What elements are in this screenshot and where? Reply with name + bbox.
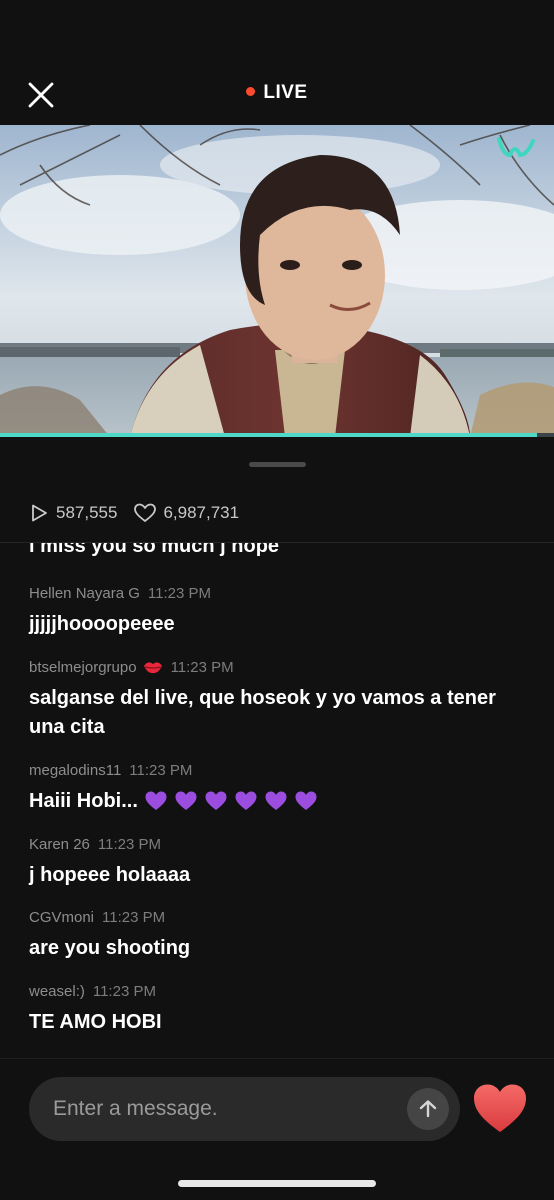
home-indicator bbox=[178, 1180, 376, 1187]
video-player[interactable] bbox=[0, 125, 554, 437]
chat-text: j hopeee holaaaa bbox=[29, 864, 191, 886]
purple-heart-emoji-icon bbox=[234, 790, 258, 821]
live-label: LIVE bbox=[263, 82, 308, 103]
chat-timestamp: 11:23 PM bbox=[92, 983, 156, 1000]
chat-text: Haiii Hobi... bbox=[29, 790, 138, 812]
arrow-up-icon bbox=[419, 1100, 437, 1118]
drag-handle[interactable] bbox=[249, 462, 306, 467]
purple-heart-emoji-icon bbox=[174, 790, 198, 821]
chat-list[interactable]: i miss you so much j hope Hellen Nayara … bbox=[0, 543, 554, 1053]
heart-icon bbox=[474, 1084, 526, 1132]
chat-message: CGVmoni 11:23 PM are you shooting bbox=[29, 907, 529, 963]
video-frame bbox=[0, 125, 554, 437]
chat-username[interactable]: btselmejorgrupo bbox=[29, 659, 137, 676]
chat-message-partial: i miss you so much j hope bbox=[29, 543, 280, 557]
purple-heart-emoji-icon bbox=[264, 790, 288, 821]
message-input[interactable] bbox=[53, 1077, 393, 1141]
live-indicator: LIVE bbox=[0, 82, 554, 104]
chat-timestamp: 11:23 PM bbox=[170, 659, 234, 676]
chat-username[interactable]: megalodins11 bbox=[29, 762, 121, 779]
like-button[interactable] bbox=[472, 1083, 528, 1135]
chat-message: btselmejorgrupo 11:23 PM salganse del liv… bbox=[29, 657, 529, 742]
send-button[interactable] bbox=[407, 1088, 449, 1130]
chat-username[interactable]: weasel:) bbox=[29, 983, 85, 1000]
chat-text: TE AMO HOBI bbox=[29, 1011, 162, 1033]
chat-text: jjjjjhoooopeeee bbox=[29, 613, 175, 635]
footer-divider bbox=[0, 1058, 554, 1059]
chat-username[interactable]: Karen 26 bbox=[29, 836, 90, 853]
chat-message: megalodins11 11:23 PM Haiii Hobi... bbox=[29, 760, 529, 821]
purple-heart-emoji-icon bbox=[294, 790, 318, 821]
purple-heart-emoji-row bbox=[138, 790, 318, 812]
video-progress-fill bbox=[0, 433, 538, 437]
chat-message: weasel:) 11:23 PM TE AMO HOBI bbox=[29, 981, 529, 1037]
purple-heart-emoji-icon bbox=[204, 790, 228, 821]
purple-heart-emoji-icon bbox=[144, 790, 168, 821]
stats-row: 587,555 6,987,731 bbox=[28, 500, 255, 526]
live-dot-icon bbox=[246, 87, 256, 96]
like-count-value: 6,987,731 bbox=[163, 503, 240, 522]
chat-timestamp: 11:23 PM bbox=[102, 909, 166, 926]
play-count-value: 587,555 bbox=[56, 503, 118, 522]
chat-text: are you shooting bbox=[29, 937, 191, 959]
chat-username[interactable]: CGVmoni bbox=[29, 909, 94, 926]
message-composer bbox=[29, 1077, 460, 1141]
chat-text: salganse del live, que hoseok y yo vamos… bbox=[29, 687, 496, 738]
heart-outline-icon bbox=[134, 503, 157, 522]
like-count: 6,987,731 bbox=[133, 502, 239, 524]
chat-username[interactable]: Hellen Nayara G bbox=[29, 585, 140, 602]
chat-text-row: Haiii Hobi... bbox=[29, 787, 529, 821]
play-count: 587,555 bbox=[28, 502, 117, 524]
play-icon bbox=[32, 504, 47, 522]
chat-timestamp: 11:23 PM bbox=[129, 762, 193, 779]
chat-timestamp: 11:23 PM bbox=[97, 836, 161, 853]
top-bar: LIVE bbox=[0, 60, 554, 130]
chat-timestamp: 11:23 PM bbox=[147, 585, 211, 602]
chat-message: Karen 26 11:23 PM j hopeee holaaaa bbox=[29, 834, 529, 890]
video-progress-bar[interactable] bbox=[0, 433, 554, 437]
chat-message: Hellen Nayara G 11:23 PM jjjjjhoooopeeee bbox=[29, 583, 529, 639]
lips-emoji-icon bbox=[143, 659, 163, 682]
